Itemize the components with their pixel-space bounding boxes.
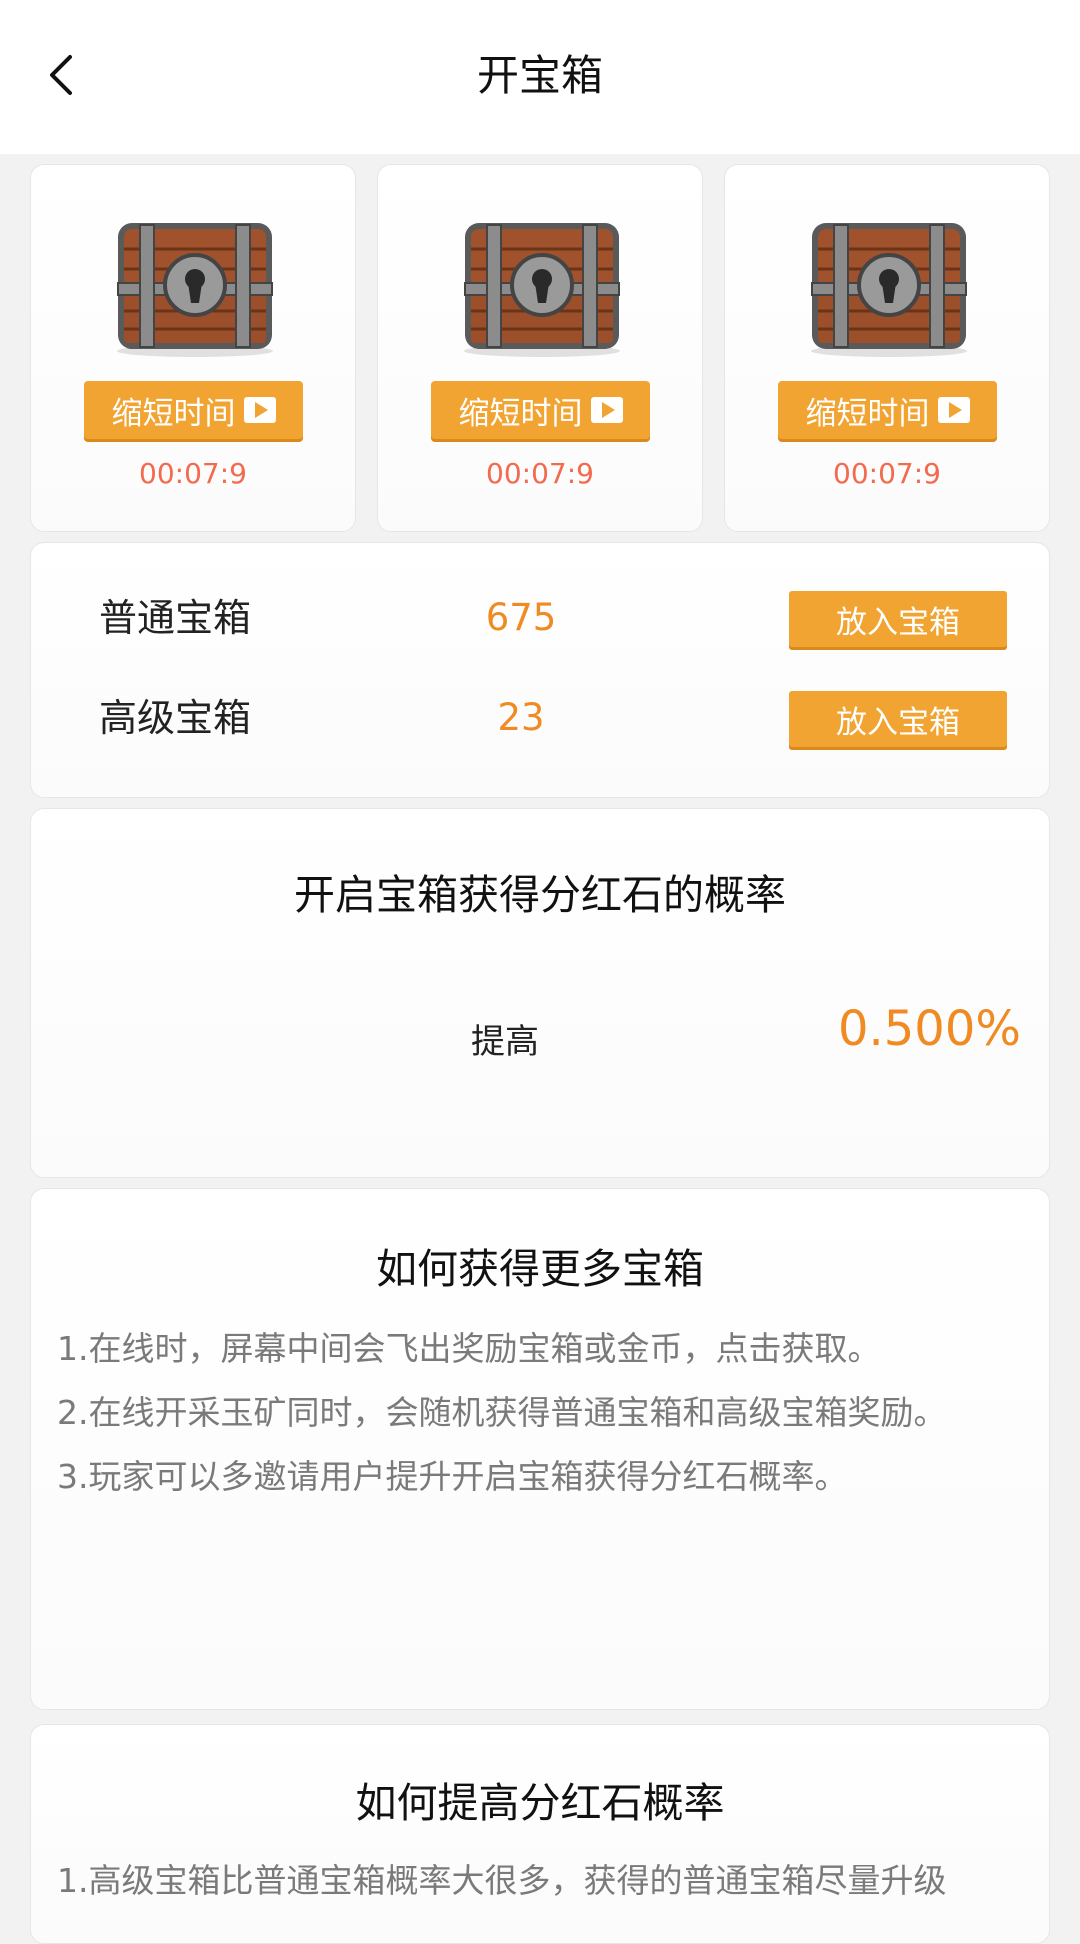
- chest-slot-1: 缩短时间 00:07:9: [30, 164, 356, 532]
- chest-type-label: 普通宝箱: [99, 596, 252, 640]
- play-video-icon: [937, 397, 970, 423]
- treasure-chest-icon: [464, 223, 620, 357]
- treasure-chest-icon: [811, 223, 967, 357]
- chest-count: 675: [485, 596, 557, 639]
- how-to-get-card: 如何获得更多宝箱 1.在线时，屏幕中间会飞出奖励宝箱或金币，点击获取。 2.在线…: [30, 1188, 1050, 1710]
- probability-label: 提高: [471, 1022, 539, 1062]
- chest-count: 23: [497, 696, 545, 739]
- chest-timer: 00:07:9: [486, 457, 594, 490]
- chest-slot-2: 缩短时间 00:07:9: [377, 164, 703, 532]
- treasure-chest-icon: [117, 223, 273, 357]
- how-to-improve-card: 如何提高分红石概率 1.高级宝箱比普通宝箱概率大很多，获得的普通宝箱尽量升级: [30, 1724, 1050, 1944]
- app-header: 开宝箱: [0, 0, 1080, 154]
- put-in-chest-button[interactable]: 放入宝箱: [789, 591, 1007, 647]
- probability-card: 开启宝箱获得分红石的概率 提高 0.500%: [30, 808, 1050, 1178]
- list-item: 3.玩家可以多邀请用户提升开启宝箱获得分红石概率。: [57, 1457, 848, 1496]
- shorten-time-button[interactable]: 缩短时间: [84, 381, 303, 439]
- put-in-chest-button[interactable]: 放入宝箱: [789, 691, 1007, 747]
- list-item: 1.高级宝箱比普通宝箱概率大很多，获得的普通宝箱尽量升级: [57, 1861, 947, 1900]
- chest-slot-3: 缩短时间 00:07:9: [724, 164, 1050, 532]
- play-video-icon: [243, 397, 276, 423]
- chest-type-label: 高级宝箱: [99, 696, 252, 740]
- list-item: 1.在线时，屏幕中间会飞出奖励宝箱或金币，点击获取。: [57, 1329, 881, 1368]
- shorten-time-label: 缩短时间: [805, 395, 930, 432]
- shorten-time-label: 缩短时间: [458, 395, 583, 432]
- chest-timer: 00:07:9: [139, 457, 247, 490]
- shorten-time-button[interactable]: 缩短时间: [778, 381, 997, 439]
- list-item: 2.在线开采玉矿同时，会随机获得普通宝箱和高级宝箱奖励。: [57, 1393, 947, 1432]
- how-to-get-list: 1.在线时，屏幕中间会飞出奖励宝箱或金币，点击获取。 2.在线开采玉矿同时，会随…: [57, 1317, 1039, 1509]
- shorten-time-button[interactable]: 缩短时间: [431, 381, 650, 439]
- probability-value: 0.500%: [837, 1001, 1021, 1057]
- chest-timer: 00:07:9: [833, 457, 941, 490]
- how-to-get-title: 如何获得更多宝箱: [376, 1245, 704, 1293]
- play-video-icon: [590, 397, 623, 423]
- probability-title: 开启宝箱获得分红石的概率: [294, 871, 786, 919]
- how-to-improve-list: 1.高级宝箱比普通宝箱概率大很多，获得的普通宝箱尽量升级: [57, 1849, 1039, 1913]
- how-to-improve-title: 如何提高分红石概率: [355, 1779, 725, 1827]
- chest-inventory: 普通宝箱 675 放入宝箱 高级宝箱 23 放入宝箱: [30, 542, 1050, 798]
- inventory-row-advanced: 高级宝箱 23 放入宝箱: [31, 683, 1049, 753]
- inventory-row-normal: 普通宝箱 675 放入宝箱: [31, 583, 1049, 653]
- page-title: 开宝箱: [476, 51, 603, 100]
- shorten-time-label: 缩短时间: [111, 395, 236, 432]
